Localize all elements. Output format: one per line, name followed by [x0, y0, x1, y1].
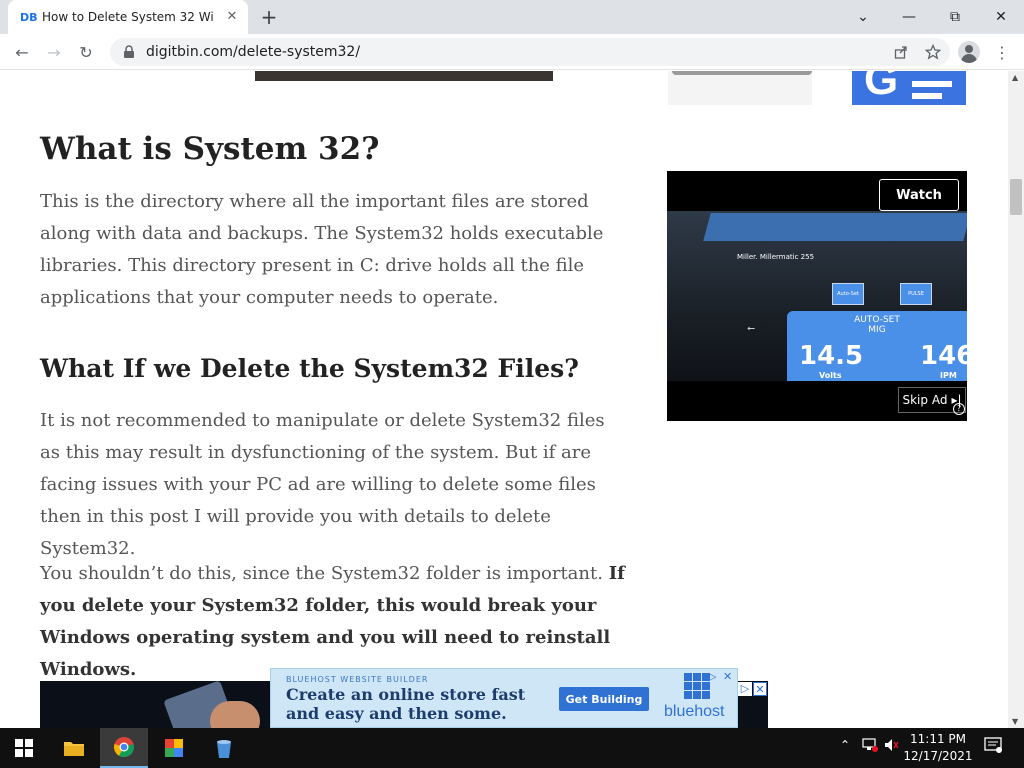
minimize-button[interactable]: — [886, 0, 932, 34]
colorful-app-icon [165, 739, 183, 757]
panel-subtitle-text: MIG [868, 325, 886, 335]
chrome-menu-icon[interactable]: ⋮ [990, 40, 1014, 64]
folder-icon [64, 742, 84, 756]
reload-button[interactable]: ↻ [74, 40, 98, 64]
network-icon[interactable] [862, 738, 878, 755]
app-taskbar-button[interactable] [150, 728, 198, 768]
recycle-bin-button[interactable] [200, 728, 248, 768]
ad-logo-line [912, 81, 952, 87]
top-ad-bar [672, 71, 812, 75]
file-explorer-button[interactable] [50, 728, 98, 768]
get-building-button[interactable]: Get Building [559, 687, 649, 711]
ad-info-icon[interactable]: ? [953, 403, 965, 415]
scroll-up-icon[interactable]: ▲ [1012, 73, 1018, 82]
ad-close-icon[interactable]: ✕ [723, 670, 737, 684]
scrollbar-thumb[interactable] [1010, 179, 1022, 215]
panel-title-text: AUTO-SET [854, 315, 900, 325]
heading-what-is-system32: What is System 32? [40, 131, 380, 167]
outer-adchoices-icon[interactable]: ▷ [738, 682, 752, 696]
windows-taskbar: ⌃ 11:11 PM 12/17/2021 [0, 728, 1024, 768]
share-icon[interactable] [892, 43, 910, 61]
tab-strip: DB How to Delete System 32 Windo ✕ + ⌄ —… [0, 0, 1024, 34]
avatar-head-shape [965, 45, 973, 53]
top-ad-google-logo[interactable]: G [852, 71, 966, 105]
top-ad-banner[interactable] [668, 71, 812, 105]
outer-ad-close-icon[interactable]: ✕ [753, 682, 767, 696]
address-bar[interactable]: digitbin.com/delete-system32/ [110, 38, 950, 66]
heading-delete-system32: What If we Delete the System32 Files? [40, 354, 579, 383]
skip-ad-label: Skip Ad [902, 393, 948, 407]
lock-icon[interactable] [122, 45, 136, 59]
adchoices-icon[interactable]: ▷ [708, 670, 722, 684]
page-viewport: G What is System 32? This is the directo… [0, 71, 1008, 728]
system-clock[interactable]: 11:11 PM 12/17/2021 [898, 731, 978, 765]
ipm-label: IPM [940, 371, 957, 380]
ad-logo-line [912, 93, 942, 99]
chrome-icon [114, 737, 134, 758]
ipm-readout: 146 [920, 341, 967, 371]
article-image-partial [255, 71, 553, 81]
restore-button[interactable]: ⧉ [932, 0, 978, 34]
video-ad[interactable]: Miller. Millermatic 255 Auto-Set PULSE A… [667, 171, 967, 421]
welder-brand-label: Miller. Millermatic 255 [737, 253, 815, 261]
bluehost-logo-icon [684, 673, 710, 699]
new-tab-button[interactable]: + [258, 6, 280, 28]
paragraph-delete-warning: It is not recommended to manipulate or d… [40, 410, 605, 559]
google-g-icon: G [864, 71, 899, 104]
volts-readout: 14.5 [799, 341, 864, 371]
clock-time: 11:11 PM [910, 732, 966, 746]
usb-icon: ⭠ [747, 323, 755, 334]
chevron-up-icon[interactable]: ⌃ [840, 738, 850, 752]
welder-auto-set-button: Auto-Set [832, 283, 864, 305]
panel-title: AUTO-SET MIG [787, 315, 967, 335]
volts-label: Volts [819, 371, 842, 380]
forward-button[interactable]: → [42, 40, 66, 64]
back-button[interactable]: ← [10, 40, 34, 64]
welder-top-shape [703, 213, 967, 241]
welder-pulse-button: PULSE [900, 283, 932, 305]
scroll-down-icon[interactable]: ▼ [1012, 717, 1018, 726]
tab-close-icon[interactable]: ✕ [224, 9, 240, 25]
bookmark-star-icon[interactable] [924, 43, 942, 61]
video-frame[interactable]: Miller. Millermatic 255 Auto-Set PULSE A… [667, 211, 967, 381]
browser-toolbar: ← → ↻ digitbin.com/delete-system32/ ⋮ [0, 34, 1024, 70]
bluehost-ad[interactable]: BLUEHOST WEBSITE BUILDER Create an onlin… [270, 668, 738, 728]
url-text[interactable]: digitbin.com/delete-system32/ [146, 44, 360, 60]
clock-date: 12/17/2021 [903, 749, 973, 763]
tab-search-icon[interactable]: ⌄ [840, 0, 886, 34]
notification-center-icon[interactable] [984, 736, 1002, 757]
watch-button[interactable]: Watch [879, 179, 959, 211]
windows-logo-icon [15, 739, 33, 757]
recycle-bin-icon [217, 740, 231, 758]
site-favicon-icon: DB [20, 10, 38, 24]
note-normal-text: You shouldn’t do this, since the System3… [40, 563, 609, 584]
paragraph-system32-definition: This is the directory where all the impo… [40, 191, 604, 308]
ad-headline: Create an online store fast and easy and… [286, 685, 526, 723]
profile-avatar[interactable] [958, 41, 980, 63]
start-button[interactable] [0, 728, 48, 768]
browser-tab[interactable]: DB How to Delete System 32 Windo ✕ [8, 0, 248, 34]
paragraph-important-note: You shouldn’t do this, since the System3… [40, 558, 630, 686]
bluehost-logo-text: bluehost [664, 703, 725, 720]
ad-kicker: BLUEHOST WEBSITE BUILDER [286, 675, 429, 684]
tab-title: How to Delete System 32 Windo [42, 10, 214, 24]
avatar-body-shape [961, 54, 977, 63]
hand-shape [210, 701, 260, 728]
page-scrollbar[interactable]: ▲ ▼ [1008, 71, 1024, 728]
close-window-button[interactable]: ✕ [978, 0, 1024, 34]
chrome-taskbar-button[interactable] [100, 728, 148, 768]
